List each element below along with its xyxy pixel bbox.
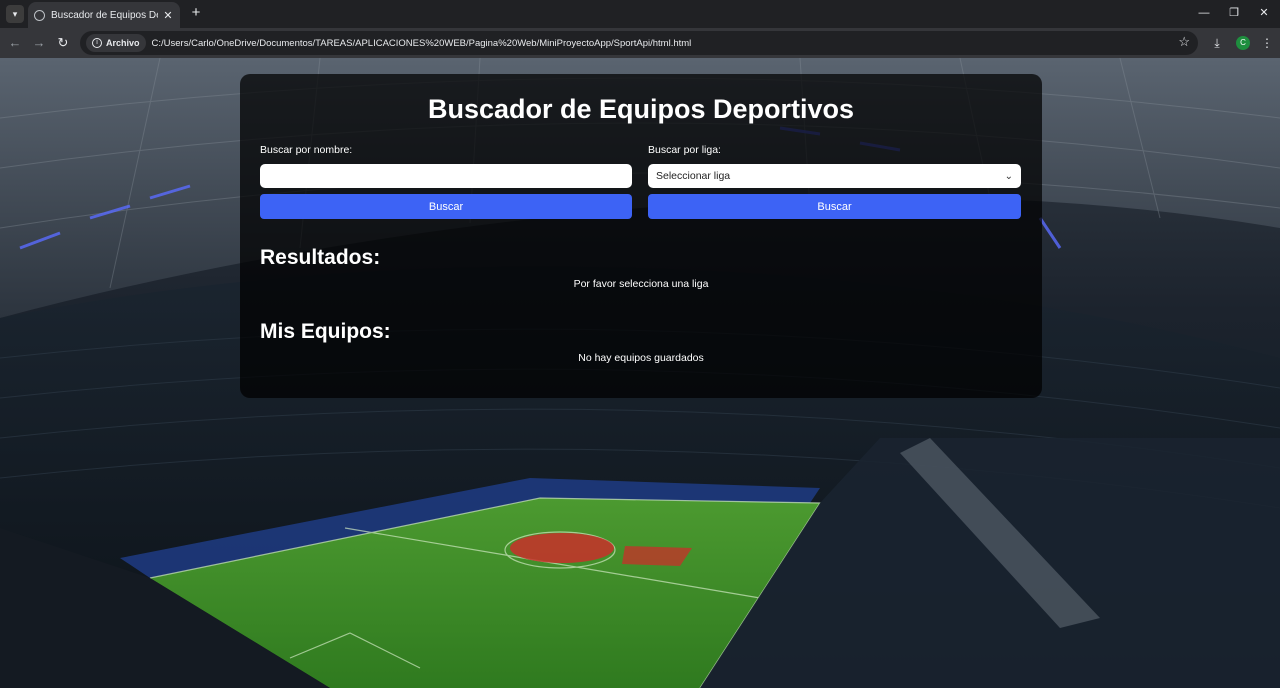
menu-icon[interactable]: ⋮ <box>1258 34 1276 52</box>
results-title: Resultados: <box>260 246 381 269</box>
my-teams-message: No hay equipos guardados <box>578 352 704 364</box>
forward-icon[interactable]: → <box>30 34 48 52</box>
chevron-down-icon: ⌄ <box>1004 170 1013 182</box>
search-league-button[interactable]: Buscar <box>648 194 1021 219</box>
address-bar[interactable]: i Archivo C:/Users/Carlo/OneDrive/Docume… <box>80 31 1198 55</box>
search-name-button[interactable]: Buscar <box>260 194 632 219</box>
league-select-value: Seleccionar liga <box>656 170 731 182</box>
my-teams-title: Mis Equipos: <box>260 320 391 343</box>
reload-icon[interactable]: ↻ <box>54 34 72 52</box>
tab-title: Buscador de Equipos Deportivos <box>51 9 158 21</box>
search-panel: Buscador de Equipos Deportivos Buscar po… <box>240 74 1042 398</box>
new-tab-button[interactable]: + <box>187 4 205 22</box>
profile-icon[interactable]: C <box>1236 36 1250 50</box>
search-name-label: Buscar por nombre: <box>260 144 353 156</box>
page-viewport: Buscador de Equipos Deportivos Buscar po… <box>0 58 1280 688</box>
url-text[interactable]: C:/Users/Carlo/OneDrive/Documentos/TAREA… <box>152 38 692 49</box>
star-icon[interactable]: ☆ <box>1178 34 1190 50</box>
results-message: Por favor selecciona una liga <box>573 278 709 290</box>
site-info-label: Archivo <box>106 38 140 48</box>
search-name-input[interactable] <box>260 164 632 188</box>
search-league-label: Buscar por liga: <box>648 144 721 156</box>
browser-toolbar: ← → ↻ i Archivo C:/Users/Carlo/OneDrive/… <box>0 28 1280 58</box>
download-icon[interactable]: ⤓ <box>1208 34 1226 52</box>
restore-icon[interactable]: ❐ <box>1226 5 1242 21</box>
league-select[interactable]: Seleccionar liga ⌄ <box>648 164 1021 188</box>
minimize-icon[interactable]: — <box>1196 5 1212 21</box>
tab-strip: ▾ Buscador de Equipos Deportivos ✕ + — ❐… <box>0 0 1280 28</box>
globe-icon <box>34 9 45 21</box>
tab-list-icon[interactable]: ▾ <box>6 5 24 23</box>
back-icon[interactable]: ← <box>6 34 24 52</box>
tab-close-icon[interactable]: ✕ <box>162 9 174 22</box>
page-title: Buscador de Equipos Deportivos <box>427 94 855 124</box>
close-icon[interactable]: ✕ <box>1256 5 1272 21</box>
site-info-chip[interactable]: i Archivo <box>86 34 146 52</box>
info-icon: i <box>92 38 102 48</box>
browser-tab[interactable]: Buscador de Equipos Deportivos ✕ <box>28 2 180 28</box>
